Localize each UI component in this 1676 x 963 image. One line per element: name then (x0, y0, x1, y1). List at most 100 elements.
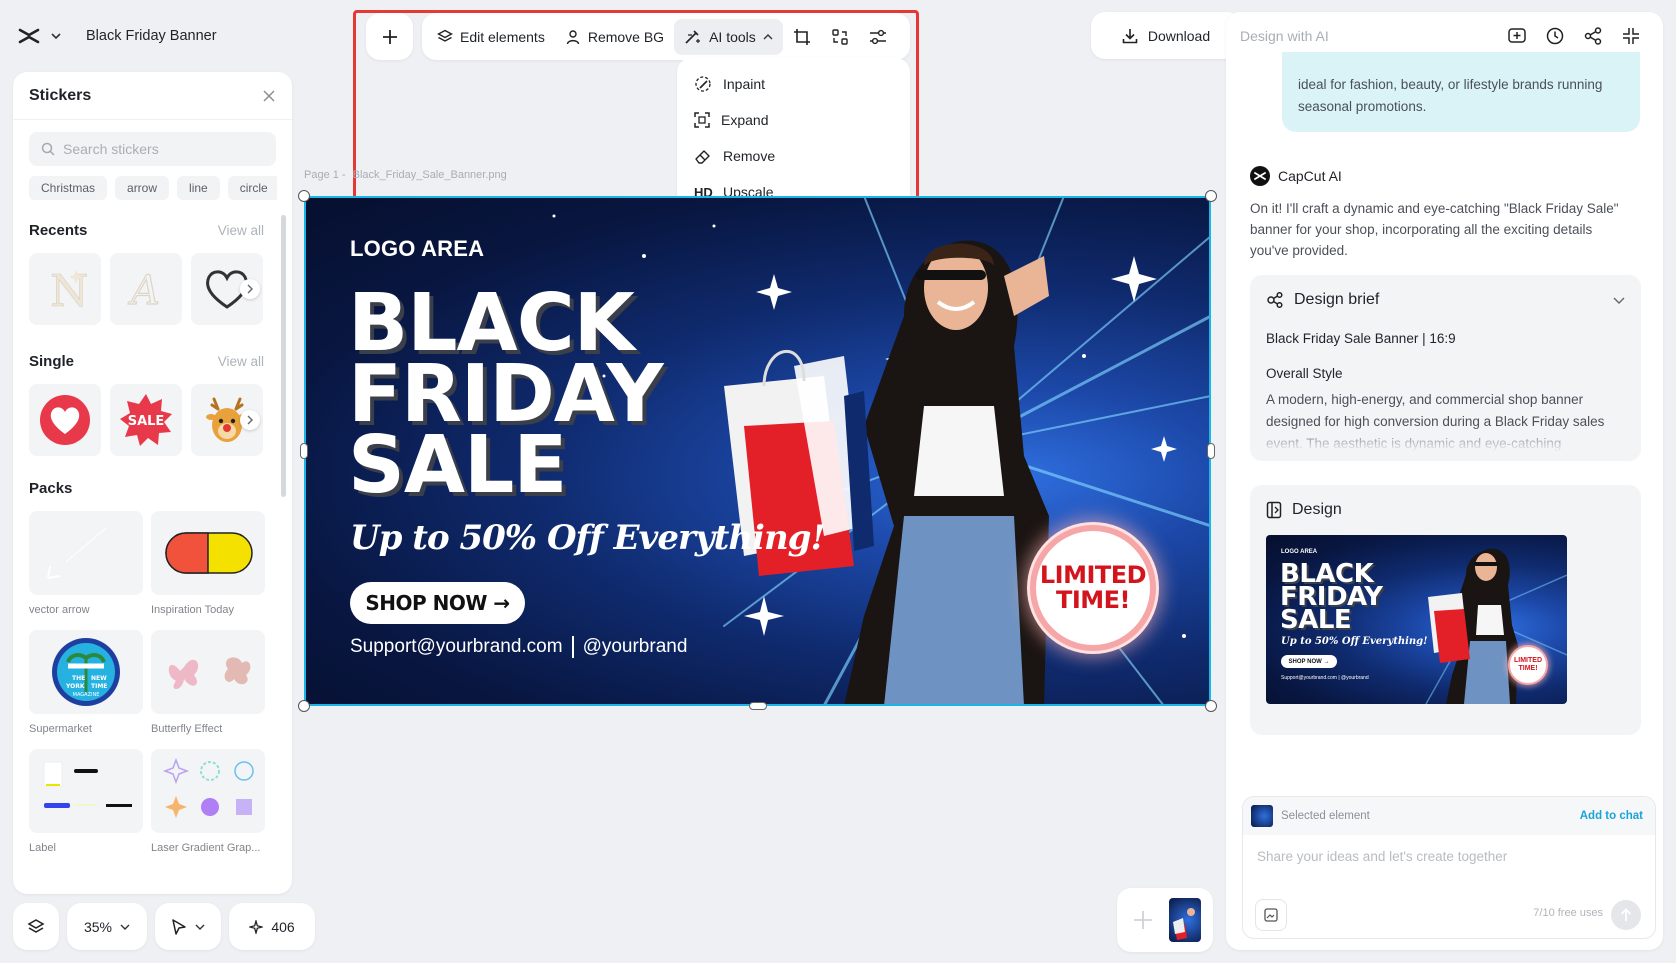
chat-input[interactable] (1243, 835, 1655, 864)
layers-edit-icon (437, 29, 453, 45)
sticker-sale-burst[interactable]: SALE (110, 384, 182, 456)
layers-icon (27, 918, 45, 936)
send-button[interactable] (1611, 900, 1641, 930)
left-panel-scrollbar[interactable] (281, 215, 286, 497)
sparkle-icon (249, 919, 264, 934)
resize-handle-top-right[interactable] (1205, 190, 1217, 202)
search-icon (41, 142, 55, 156)
layers-button[interactable] (13, 903, 59, 950)
ai-tools-label: AI tools (709, 28, 756, 45)
chevron-right-icon[interactable] (240, 410, 260, 430)
chevron-down-icon[interactable] (1613, 297, 1625, 304)
page-thumbnail[interactable] (1169, 898, 1201, 942)
person-icon (565, 29, 581, 45)
page-number: Page 1 - (304, 169, 346, 181)
resize-handle-bottom[interactable] (749, 702, 767, 710)
svg-text:A: A (127, 268, 160, 314)
download-label: Download (1147, 27, 1211, 44)
ai-tools-button[interactable]: AI tools (674, 18, 783, 55)
brief-nodes-icon (1266, 291, 1284, 309)
packs-grid: vector arrow Inspiration Today THE NEW Y… (29, 511, 292, 868)
eraser-icon (694, 148, 712, 164)
pack-label: Inspiration Today (151, 604, 234, 616)
sticker-letter-n[interactable]: N (29, 253, 101, 325)
menu-item-label: Expand (721, 112, 769, 128)
banner-cta-pill: SHOP NOW → (350, 582, 525, 624)
resize-handle-bottom-left[interactable] (298, 700, 310, 712)
collapse-icon[interactable] (1621, 26, 1641, 46)
pack-label-set[interactable]: Label (29, 749, 143, 868)
add-page-icon[interactable] (1125, 902, 1161, 938)
add-button[interactable] (366, 13, 413, 60)
magic-wand-icon (684, 29, 702, 45)
pack-inspiration-today[interactable]: Inspiration Today (151, 511, 265, 630)
chip-line[interactable]: line (177, 176, 220, 200)
download-icon (1122, 28, 1138, 44)
pack-butterfly-effect[interactable]: Butterfly Effect (151, 630, 265, 749)
pack-supermarket[interactable]: THE NEW YORK TIME MAGAZINE Supermarket (29, 630, 143, 749)
ai-chat-panel: Design with AI ideal for fashion, beauty… (1226, 12, 1663, 950)
chip-row: Christmas arrow line circle (29, 176, 277, 200)
close-icon[interactable] (262, 89, 276, 103)
zoom-value: 35% (83, 918, 113, 935)
credits-button[interactable]: 406 (229, 903, 315, 950)
single-title: Single (29, 353, 75, 370)
new-chat-icon[interactable] (1507, 26, 1527, 46)
design-thumbnail[interactable]: LOGO AREA BLACK FRIDAY SALE Up to 50% Of… (1266, 535, 1567, 704)
single-header: Single View all (13, 353, 292, 370)
add-to-chat-link[interactable]: Add to chat (1580, 810, 1643, 822)
crop-button[interactable] (783, 19, 821, 55)
ai-panel-title: Design with AI (1240, 28, 1329, 44)
banner-logo-text: LOGO AREA (350, 236, 485, 261)
model-illustration (844, 240, 1049, 706)
sticker-heart-red[interactable] (29, 384, 101, 456)
chevron-down-icon[interactable] (50, 32, 62, 40)
image-toolbar: Edit elements Remove BG AI tools (422, 13, 910, 60)
history-icon[interactable] (1545, 26, 1565, 46)
badge-line: LIMITED (1039, 561, 1147, 589)
zoom-select[interactable]: 35% (67, 903, 147, 950)
pack-vector-arrow[interactable]: vector arrow (29, 511, 143, 630)
seal-york: YORK (65, 683, 85, 690)
resize-handle-top-left[interactable] (298, 190, 310, 202)
ai-author: CapCut AI (1250, 166, 1342, 186)
attach-image-button[interactable] (1255, 899, 1287, 931)
thumb-email: Support@yourbrand.com (1281, 675, 1337, 681)
remove-bg-button[interactable]: Remove BG (555, 19, 674, 55)
chevron-right-icon[interactable] (240, 279, 260, 299)
design-brief-card[interactable]: Design brief Black Friday Sale Banner | … (1250, 275, 1641, 461)
share-icon[interactable] (1583, 26, 1603, 46)
thumb-contact: Support@yourbrand.com | @yourbrand (1281, 675, 1369, 681)
banner-canvas[interactable]: LOGO AREA BLACK FRIDAY SALE Up to 50% Of… (304, 196, 1211, 706)
search-input[interactable] (63, 141, 253, 157)
resize-handle-left[interactable] (300, 443, 308, 459)
chip-circle[interactable]: circle (227, 176, 277, 200)
edit-elements-button[interactable]: Edit elements (427, 19, 555, 55)
capcut-logo-icon[interactable] (18, 27, 40, 45)
menu-item-inpaint[interactable]: Inpaint (677, 66, 910, 102)
selected-element-thumbnail (1251, 805, 1273, 827)
chip-christmas[interactable]: Christmas (29, 176, 108, 200)
transform-button[interactable] (821, 19, 859, 55)
seal-time: TIME (91, 683, 107, 690)
download-button[interactable]: Download (1091, 12, 1241, 59)
pack-label: Butterfly Effect (151, 723, 223, 735)
thumb-logo: LOGO AREA (1281, 549, 1318, 555)
sticker-search[interactable] (29, 132, 276, 166)
chip-arrow[interactable]: arrow (115, 176, 170, 200)
pointer-tool-select[interactable] (155, 903, 221, 950)
single-view-all[interactable]: View all (218, 354, 264, 369)
design-brief-header[interactable]: Design brief (1266, 275, 1625, 325)
arrow-up-icon (1620, 908, 1632, 922)
packs-title: Packs (29, 480, 73, 497)
pack-laser-gradient[interactable]: Laser Gradient Grap... (151, 749, 265, 868)
adjust-button[interactable] (859, 19, 897, 55)
document-title[interactable]: Black Friday Banner (86, 28, 217, 44)
thumb-badge-line: LIMITED (1514, 657, 1542, 664)
menu-item-remove[interactable]: Remove (677, 138, 910, 174)
resize-handle-bottom-right[interactable] (1205, 700, 1217, 712)
resize-handle-right[interactable] (1207, 443, 1215, 459)
menu-item-expand[interactable]: Expand (677, 102, 910, 138)
recents-view-all[interactable]: View all (218, 223, 264, 238)
sticker-letter-a[interactable]: A (110, 253, 182, 325)
